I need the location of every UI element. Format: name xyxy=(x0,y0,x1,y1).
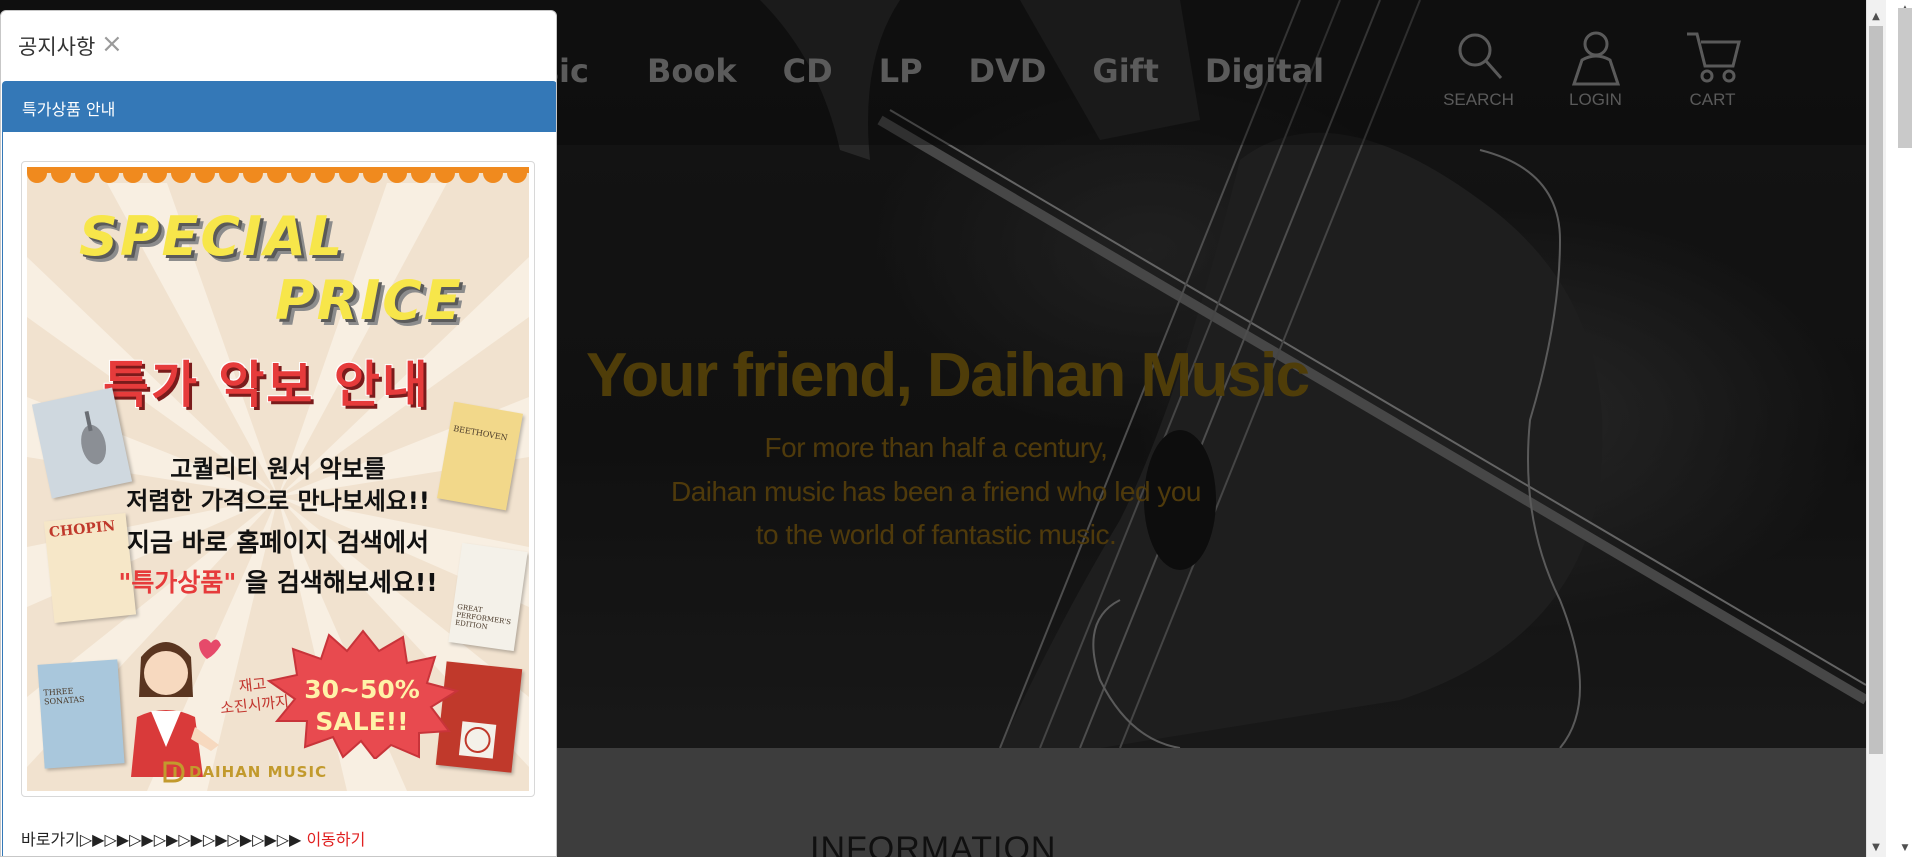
banner-headline: 특가 악보 안내 xyxy=(103,356,430,414)
banner-line2: 저렴한 가격으로 만나보세요!! xyxy=(126,487,430,515)
special-price-banner[interactable]: SPECIAL PRICE 특가 악보 안내 BEETHOVEN CHOPIN … xyxy=(27,167,529,791)
sale-percent-text: 30~50% xyxy=(304,675,420,704)
scroll-down-arrow-icon[interactable]: ▼ xyxy=(1866,839,1886,857)
daihan-logo-icon xyxy=(163,761,185,783)
banner-brand-text: DAIHAN MUSIC xyxy=(189,763,328,781)
banner-line3: 지금 바로 홈페이지 검색에서 xyxy=(126,528,430,557)
scrollbar-thumb[interactable] xyxy=(1869,26,1883,754)
panel-header: 특가상품 안내 xyxy=(2,81,556,132)
notice-popup: 공지사항 × 특가상품 안내 SPECIAL PRICE 특가 악보 안내 BE… xyxy=(0,10,557,857)
shortcut-line: 바로가기▷▶▷▶▷▶▷▶▷▶▷▶▷▶▷▶▷▶ 이동하기 xyxy=(21,826,365,850)
banner-price-text: PRICE xyxy=(275,269,463,332)
banner-frame: SPECIAL PRICE 특가 악보 안내 BEETHOVEN CHOPIN … xyxy=(21,161,535,797)
banner-line4-highlight: "특가상품" xyxy=(118,568,237,597)
banner-line4-rest: 을 검색해보세요!! xyxy=(236,568,438,597)
book-title-three-sonatas: THREE SONATAS xyxy=(43,686,85,707)
panel-title: 특가상품 안내 xyxy=(22,100,116,119)
book-title-beethoven: BEETHOVEN xyxy=(452,424,509,443)
outer-scrollbar-thumb[interactable] xyxy=(1898,8,1912,148)
shortcut-link[interactable]: 이동하기 xyxy=(306,830,365,849)
popup-header: 공지사항 × xyxy=(1,11,556,81)
sale-label-text: SALE!! xyxy=(315,707,409,736)
scallop-border xyxy=(27,167,529,183)
banner-line1: 고퀄리티 원서 악보를 xyxy=(170,455,386,483)
banner-line4: "특가상품" 을 검색해보세요!! xyxy=(27,563,529,599)
outer-scroll-down-icon[interactable]: ▼ xyxy=(1898,843,1912,853)
scroll-up-arrow-icon[interactable]: ▲ xyxy=(1866,8,1886,26)
popup-title: 공지사항 xyxy=(18,35,96,59)
shop-clerk-mascot-icon xyxy=(131,639,221,777)
banner-special-text: SPECIAL xyxy=(79,205,345,268)
close-icon[interactable]: × xyxy=(101,31,123,57)
shortcut-prefix: 바로가기▷▶▷▶▷▶▷▶▷▶▷▶▷▶▷▶▷▶ xyxy=(21,830,307,849)
